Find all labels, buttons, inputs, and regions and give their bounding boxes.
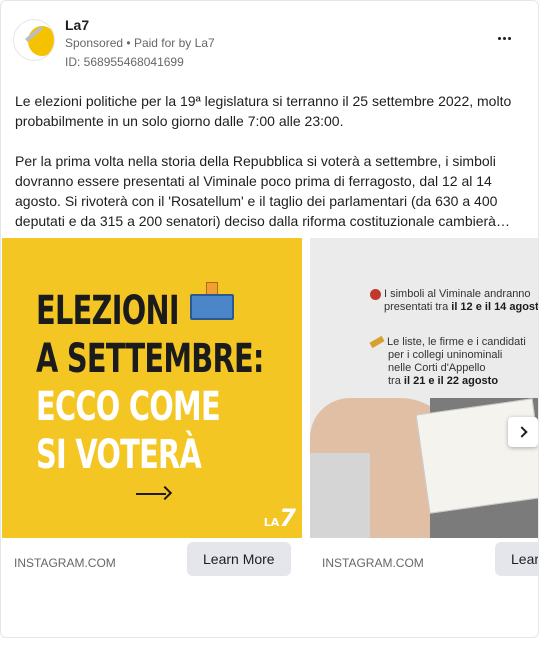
avatar[interactable]	[13, 19, 55, 61]
body-paragraph-2: Per la prima volta nella storia della Re…	[15, 153, 510, 229]
card-footer-1: INSTAGRAM.COM Learn More	[2, 538, 302, 583]
la7-logo-big: 7	[279, 504, 296, 532]
red-globe-icon	[370, 288, 381, 300]
ballot-box-icon	[190, 282, 234, 320]
ad-header: La7 Sponsored • Paid for by La7 ID: 5689…	[13, 15, 526, 71]
slide2-line-6: tra il 21 e il 22 agosto	[388, 375, 499, 387]
slide2-line-3: Le liste, le firme e i candidati	[369, 335, 526, 349]
learn-more-button-2[interactable]: Learn More	[495, 542, 538, 576]
arrow-right-icon	[136, 485, 173, 502]
sponsored-label: Sponsored	[65, 36, 124, 50]
payer-name: La7	[194, 36, 215, 50]
carousel-image-2[interactable]: I simboli al Viminale andranno presentat…	[310, 238, 539, 538]
carousel-image-1[interactable]: ELEZIONI A SETTEMBRE: ECCO COME SI VOTER…	[2, 238, 302, 538]
carousel-next-button[interactable]	[508, 417, 538, 447]
carousel: ELEZIONI A SETTEMBRE: ECCO COME SI VOTER…	[1, 238, 539, 583]
ballot-paper-photo	[415, 398, 538, 514]
card-domain-2[interactable]: INSTAGRAM.COM	[322, 556, 424, 570]
slide2-line-1: I simboli al Viminale andranno	[370, 288, 531, 301]
ad-id: ID: 568955468041699	[65, 55, 184, 69]
chevron-right-icon	[515, 426, 528, 438]
slide2-line-2: presentati tra il 12 e il 14 agosto	[384, 301, 539, 313]
headline-line-3: ECCO COME	[36, 384, 221, 430]
sleeve-photo	[310, 453, 370, 538]
card-footer-2: INSTAGRAM.COM Learn More	[310, 538, 538, 583]
more-options-icon[interactable]	[492, 31, 516, 45]
slide2-line-4: per i collegi uninominali	[388, 349, 503, 361]
la7-logo: LA7	[264, 504, 296, 532]
slide2-line-5: nelle Corti d'Appello	[388, 362, 486, 374]
ad-meta: Sponsored • Paid for by La7	[65, 36, 215, 50]
pen-icon	[369, 335, 385, 349]
la7-logo-small: LA	[263, 516, 280, 529]
learn-more-button-1[interactable]: Learn More	[187, 542, 291, 576]
headline-line-2: A SETTEMBRE:	[36, 336, 264, 382]
ad-card: La7 Sponsored • Paid for by La7 ID: 5689…	[0, 0, 539, 638]
headline-line-4: SI VOTERÀ	[36, 432, 202, 478]
page-name[interactable]: La7	[65, 17, 89, 33]
meta-separator: •	[126, 36, 131, 50]
paid-for-by-label: Paid for by	[133, 36, 192, 50]
body-paragraph-1: Le elezioni politiche per la 19ª legisla…	[15, 93, 512, 129]
card-domain-1[interactable]: INSTAGRAM.COM	[14, 556, 116, 570]
avatar-logo-shape	[28, 26, 54, 56]
ad-body: Le elezioni politiche per la 19ª legisla…	[15, 91, 515, 231]
headline-line-1: ELEZIONI	[36, 288, 180, 334]
